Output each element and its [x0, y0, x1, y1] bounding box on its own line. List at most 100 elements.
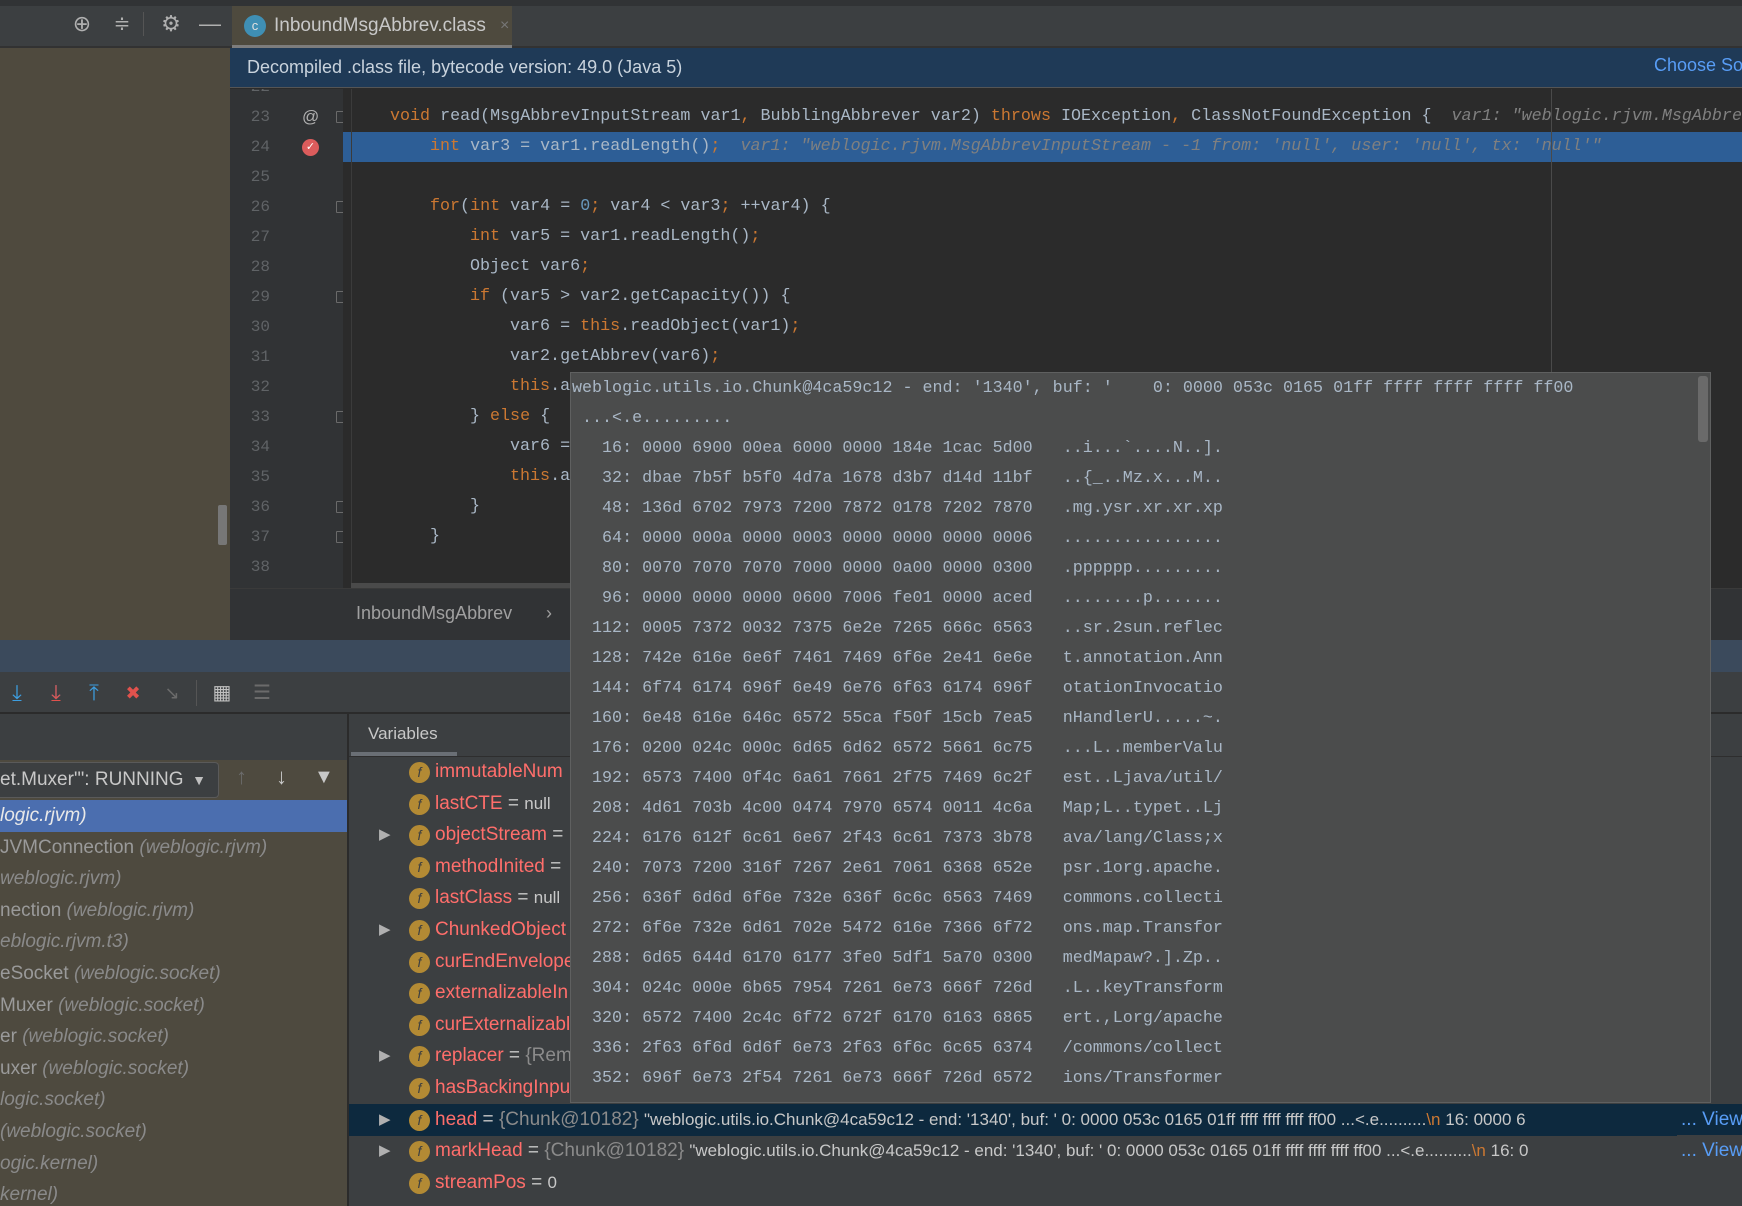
variable-value: null [524, 793, 551, 813]
frame-item[interactable]: eSocket (weblogic.socket) [0, 958, 347, 990]
line-number: 30 [250, 318, 270, 336]
tab-inboundmsgabbrev-class[interactable]: c InboundMsgAbbrev.class × [232, 6, 512, 48]
collapse-icon[interactable]: ≑ [110, 12, 134, 36]
frame-item[interactable]: Muxer (weblogic.socket) [0, 990, 347, 1022]
code-line[interactable]: var2.getAbbrev(var6); [343, 342, 1742, 372]
fold-marker-icon[interactable] [336, 531, 343, 543]
editor-gutter[interactable]: 22 23 @24 ✓ 25 26 27 28 29 30 31 32 33 34 35 36 37 38 [230, 89, 343, 588]
toolbar-divider [143, 12, 144, 36]
fold-marker-icon[interactable] [336, 291, 343, 303]
step-out-icon[interactable]: ⤒ [81, 680, 107, 706]
hex-offset: 176: [572, 739, 643, 758]
variable-newline-escape: \n [1471, 1141, 1486, 1161]
code-line[interactable]: int var5 = var1.readLength(); [343, 222, 1742, 252]
crosshair-icon[interactable]: ⊕ [70, 12, 94, 36]
hex-bytes: 6f74 6174 696f 6e49 6e76 6f63 6174 696f [642, 679, 1033, 698]
frame-item[interactable]: er (weblogic.socket) [0, 1021, 347, 1053]
frame-item[interactable]: eblogic.rjvm.t3) [0, 926, 347, 958]
code-line[interactable]: for(int var4 = 0; var4 < var3; ++var4) { [343, 192, 1742, 222]
code-line[interactable] [343, 89, 1742, 102]
code-line[interactable]: Object var6; [343, 252, 1742, 282]
arrow-down-icon[interactable]: ↓ [276, 764, 287, 790]
code-line[interactable]: var6 = this.readObject(var1); [343, 312, 1742, 342]
close-tab-icon[interactable]: × [500, 17, 509, 35]
hex-ascii: ..sr.2sun.reflec [1062, 619, 1223, 638]
fold-marker-icon[interactable] [336, 411, 343, 423]
hex-bytes: 0000 0000 0000 0600 7006 fe01 0000 aced [642, 589, 1033, 608]
expand-arrow-icon[interactable]: ▶ [379, 819, 391, 851]
force-step-into-icon[interactable]: ⤓ [43, 680, 69, 706]
hex-bytes: 0005 7372 0032 7375 6e2e 7265 666c 6563 [642, 619, 1033, 638]
code-token-kw: for [430, 197, 461, 216]
fold-marker-icon[interactable] [336, 111, 343, 123]
popup-scrollbar[interactable] [1698, 376, 1708, 442]
choose-sources-link[interactable]: Choose So [1654, 55, 1742, 76]
hex-ascii: ons.map.Transfor [1062, 919, 1223, 938]
frame-item[interactable]: kernel) [0, 1179, 347, 1206]
breadcrumb-separator: › [546, 603, 552, 623]
hex-bytes: 742e 616e 6e6f 7461 7469 6f6e 2e41 6e6e [642, 649, 1033, 668]
arrow-up-icon[interactable]: ↑ [236, 764, 247, 790]
evaluate-expression-icon[interactable]: ▦ [209, 680, 235, 706]
filter-icon[interactable]: ▼ [314, 766, 334, 789]
expand-arrow-icon[interactable]: ▶ [379, 1040, 391, 1072]
hex-ascii: Map;L..typet..Lj [1062, 799, 1223, 818]
hex-ascii: est..Ljava/util/ [1062, 769, 1223, 788]
variable-newline-escape: \n [1426, 1109, 1441, 1129]
hex-ascii: ...L..memberValu [1062, 739, 1223, 758]
thread-selector[interactable]: et.Muxer'": RUNNING ▼ [0, 762, 219, 798]
hex-dump-row: 176: 0200 024c 000c 6d65 6d62 6572 5661 … [572, 734, 1223, 764]
trace-icon[interactable]: ☰ [249, 680, 275, 706]
variable-value: 0 [547, 1172, 557, 1192]
minimize-icon[interactable]: — [198, 12, 222, 36]
hex-offset: 288: [572, 949, 643, 968]
hex-ascii: /commons/collect [1062, 1039, 1223, 1058]
fold-marker-icon[interactable] [336, 201, 343, 213]
hex-dump-row: 48: 136d 6702 7973 7200 7872 0178 7202 7… [572, 494, 1223, 524]
hex-bytes: 0000 000a 0000 0003 0000 0000 0000 0006 [642, 529, 1033, 548]
code-line[interactable]: if (var5 > var2.getCapacity()) { [343, 282, 1742, 312]
expand-arrow-icon[interactable]: ▶ [379, 1135, 391, 1167]
frame-package: (weblogic.rjvm) [66, 899, 195, 921]
variable-row[interactable]: ▶ f markHead = {Chunk@10182} "weblogic.uti… [349, 1135, 1742, 1168]
hex-offset: 32: [572, 469, 643, 488]
hex-gap [1033, 499, 1063, 518]
frame-item[interactable]: (weblogic.socket) [0, 1116, 347, 1148]
view-value-link[interactable]: ... View [1677, 1103, 1742, 1136]
project-scrollbar[interactable] [218, 505, 227, 545]
frame-package: eblogic.rjvm.t3) [0, 931, 129, 953]
code-token-pl: .a [550, 467, 571, 486]
view-value-link[interactable]: ... View [1677, 1135, 1742, 1168]
frame-item[interactable]: logic.socket) [0, 1084, 347, 1116]
breakpoint-icon[interactable]: ✓ [302, 139, 319, 156]
hex-dump-row: 320: 6572 7400 2c4c 6f72 672f 6170 6163 … [572, 1004, 1223, 1034]
current-execution-line[interactable]: int var3 = var1.readLength(); var1: "web… [343, 132, 1742, 162]
frame-item[interactable]: weblogic.rjvm) [0, 863, 347, 895]
step-over-icon[interactable]: ⤓ [4, 680, 30, 706]
code-token-kw: ; [750, 227, 761, 246]
code-token-pl: BubblingAbbrever var2) [760, 107, 991, 126]
gear-icon[interactable]: ⚙ [159, 12, 183, 36]
tab-variables[interactable]: Variables [368, 724, 438, 744]
breadcrumb-class[interactable]: InboundMsgAbbrev [356, 603, 512, 624]
frame-item[interactable]: logic.rjvm) [0, 800, 347, 832]
variable-row[interactable]: f streamPos = 0 [349, 1167, 1742, 1199]
drop-frame-icon[interactable]: ✖ [120, 680, 146, 706]
hex-gap [1033, 529, 1063, 548]
frame-item[interactable]: uxer (weblogic.socket) [0, 1053, 347, 1085]
expand-arrow-icon[interactable]: ▶ [379, 1104, 391, 1136]
frame-item[interactable]: ogic.kernel) [0, 1148, 347, 1180]
expand-arrow-icon[interactable]: ▶ [379, 914, 391, 946]
run-to-cursor-icon[interactable]: ↘ [159, 680, 185, 706]
hex-dump-row: 224: 6176 612f 6c61 6e67 2f43 6c61 7373 … [572, 824, 1223, 854]
variable-row[interactable]: ▶ f head = {Chunk@10182} "weblogic.utils.i… [349, 1103, 1742, 1136]
fold-marker-icon[interactable] [336, 501, 343, 513]
frame-item[interactable]: nection (weblogic.rjvm) [0, 895, 347, 927]
code-line[interactable] [343, 162, 1742, 192]
variable-type: {Rem [525, 1045, 572, 1067]
frame-item[interactable]: JVMConnection (weblogic.rjvm) [0, 832, 347, 864]
code-line[interactable]: void read(MsgAbbrevInputStream var1, Bub… [343, 102, 1742, 132]
hex-ascii: ..i...`....N..]. [1062, 439, 1223, 458]
override-marker-icon[interactable]: @ [302, 107, 319, 127]
frames-panel: et.Muxer'": RUNNING ▼ ↑ ↓ ▼ logic.rjvm) J… [0, 714, 347, 1206]
